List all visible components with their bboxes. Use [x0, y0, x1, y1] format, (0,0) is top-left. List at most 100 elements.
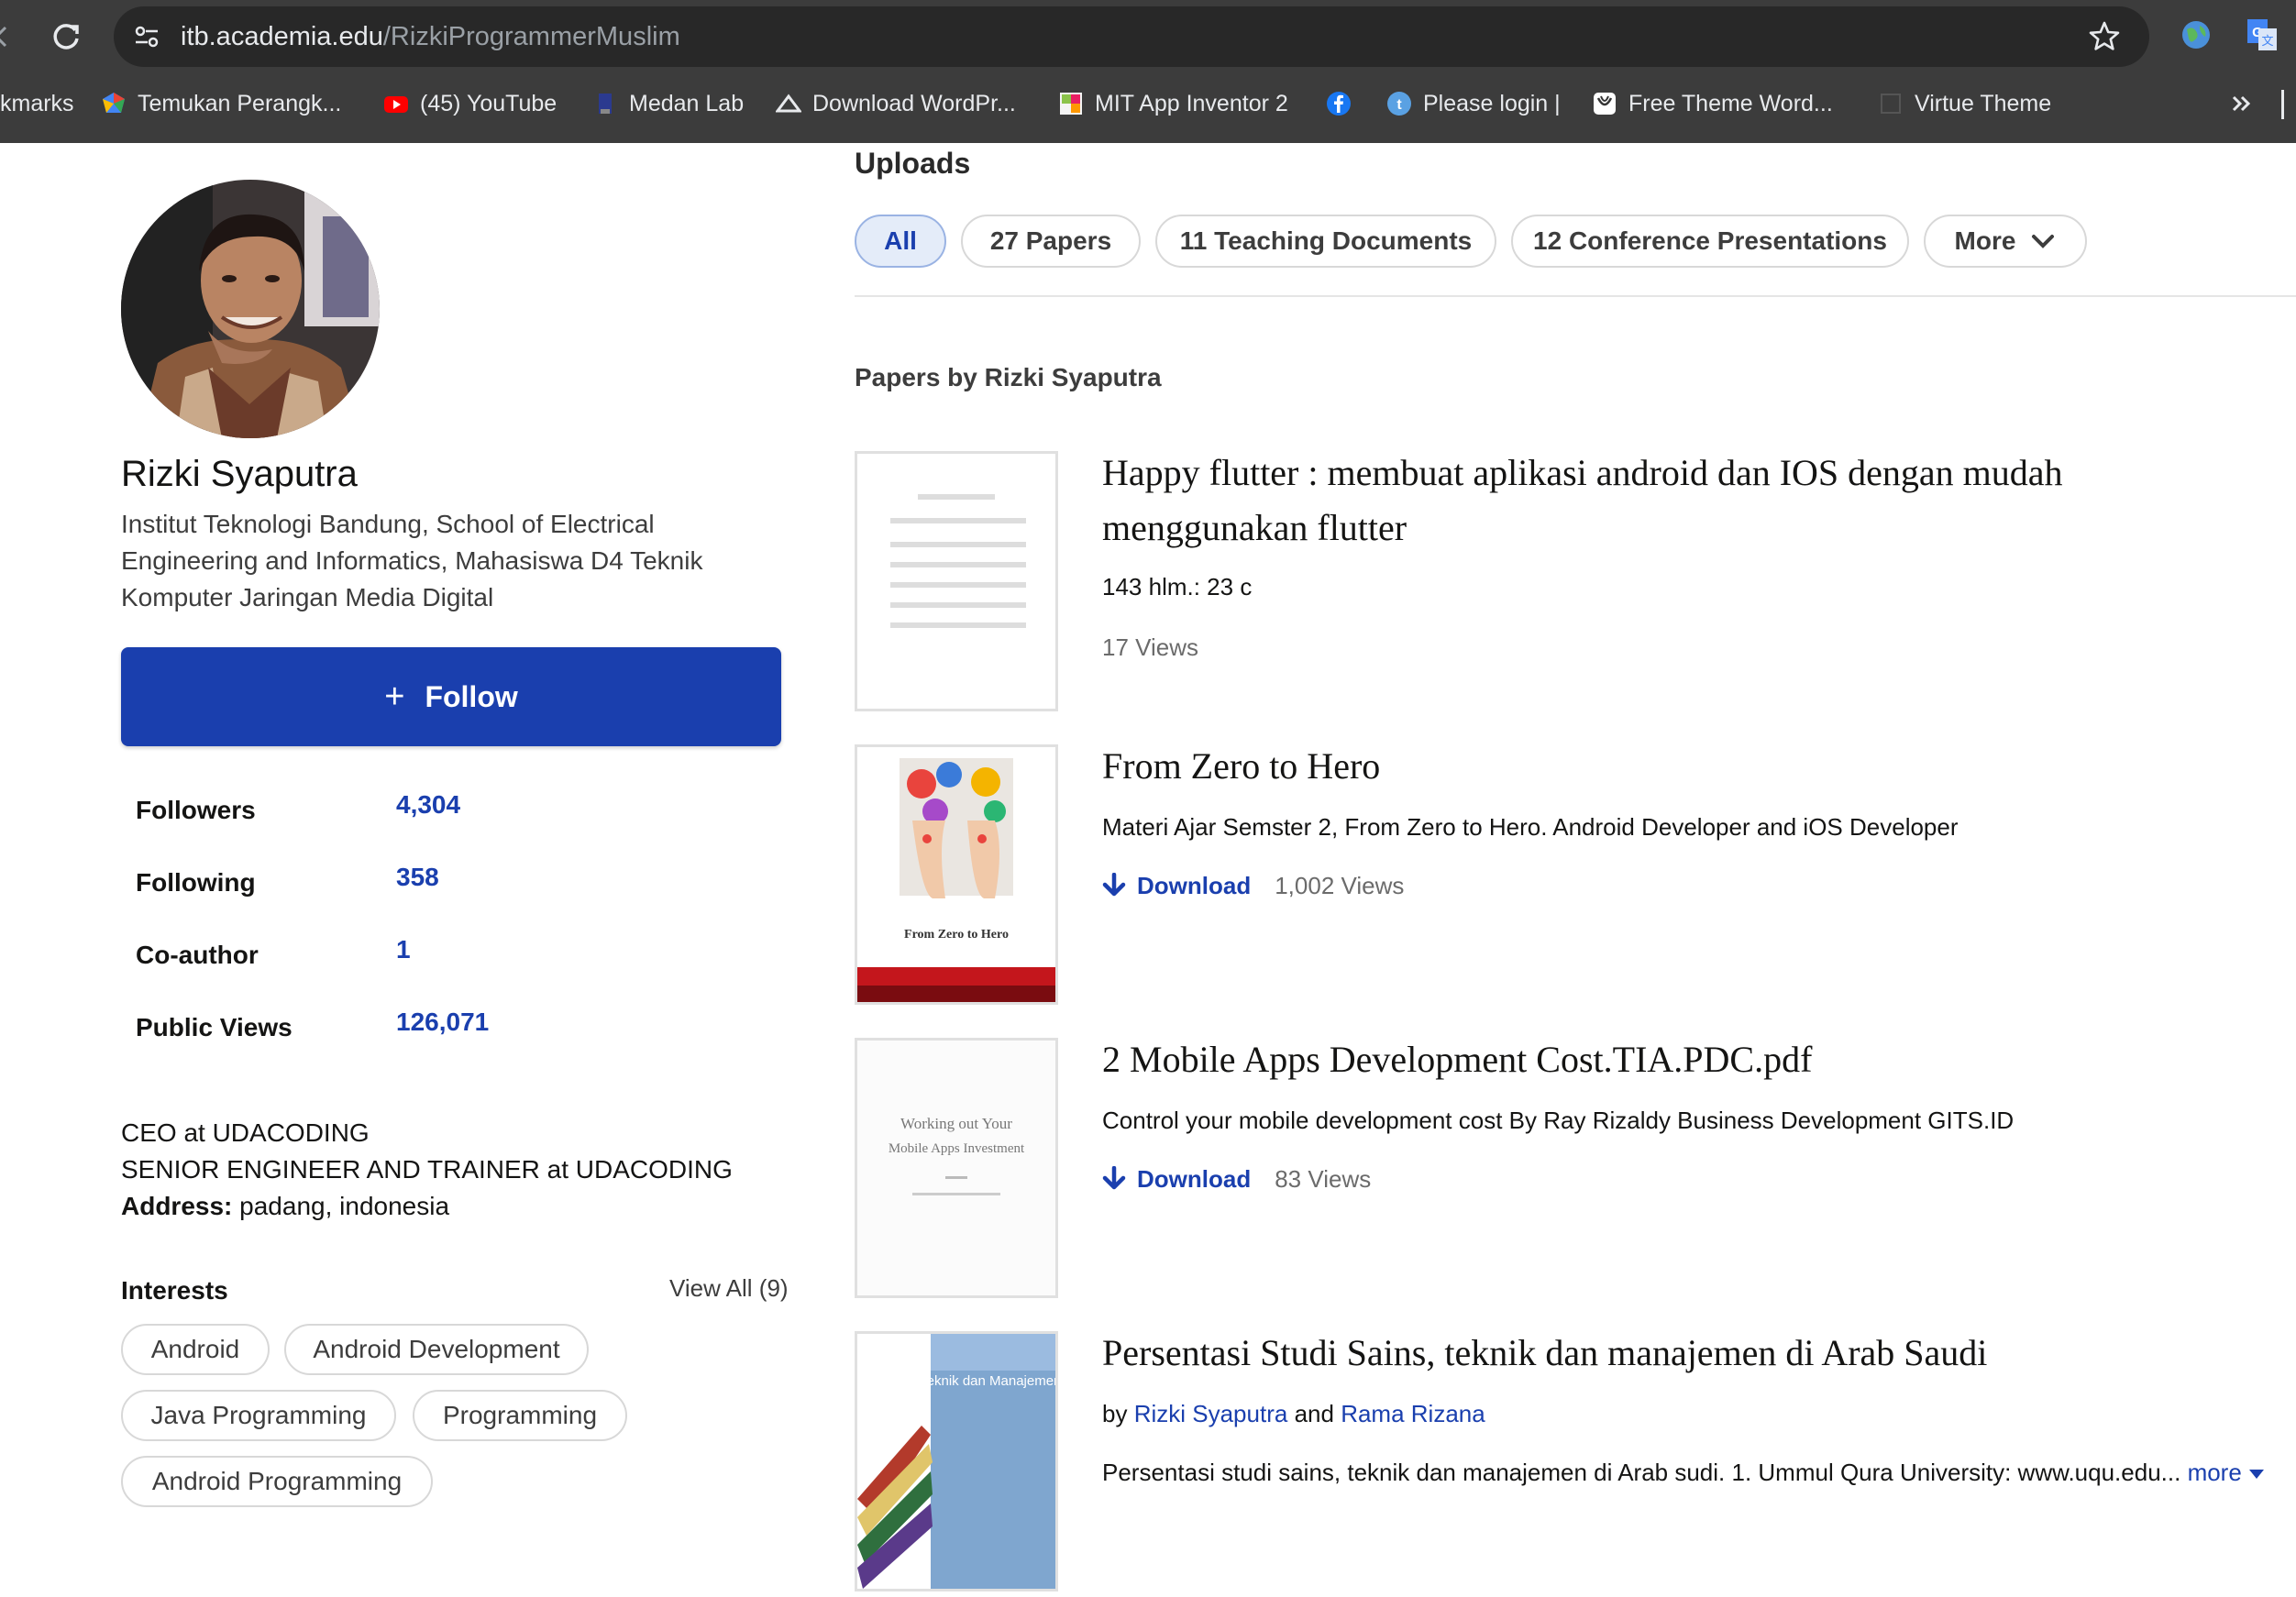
paper-item: Working out Your Mobile Apps Investment …: [855, 1038, 2296, 1304]
profile-affiliation[interactable]: Institut Teknologi Bandung, School of El…: [121, 506, 781, 616]
paper-meta: 17 Views: [1102, 631, 1198, 664]
stat-followers[interactable]: Followers 4,304: [136, 776, 778, 831]
paper-description-text: Persentasi studi sains, teknik dan manaj…: [1102, 1459, 2181, 1486]
bookmark-youtube[interactable]: (45) YouTube: [383, 73, 557, 134]
url-text[interactable]: itb.academia.edu/RizkiProgrammerMuslim: [181, 19, 680, 54]
interest-java-programming[interactable]: Java Programming: [121, 1390, 396, 1441]
view-all-interests-link[interactable]: View All (9): [669, 1274, 789, 1303]
toolbar: itb.academia.edu/RizkiProgrammerMuslim G…: [0, 0, 2296, 73]
bookmark-star-icon[interactable]: [2087, 19, 2122, 54]
stat-value[interactable]: 1: [396, 935, 411, 964]
paper-title[interactable]: From Zero to Hero: [1102, 739, 2230, 794]
bookmark-label: Medan Lab: [629, 90, 745, 116]
bookmark-label: kmarks: [0, 90, 74, 116]
app-inventor-icon: [1060, 93, 1082, 115]
bookmark-temukan[interactable]: Temukan Perangk...: [101, 73, 341, 134]
stat-label: Co-author: [136, 941, 259, 969]
paper-cover-image: Working out Your Mobile Apps Investment: [857, 1041, 1055, 1295]
bookmark-label: Free Theme Word...: [1628, 90, 1833, 116]
paper-views: 83 Views: [1275, 1165, 1372, 1193]
extension-globe-icon[interactable]: [2180, 18, 2213, 51]
wordpress-download-icon: [776, 94, 801, 113]
interest-programming[interactable]: Programming: [413, 1390, 627, 1441]
cover-line-2: Mobile Apps Investment: [889, 1141, 1025, 1156]
stat-following[interactable]: Following 358: [136, 848, 778, 903]
paper-cover-image: From Zero to Hero: [857, 747, 1055, 1002]
paper-cover-image: Studi Sains, Teknik dan Manajemen di Ara…: [857, 1334, 1055, 1589]
cover-line-1: Working out Your: [900, 1115, 1012, 1132]
download-link[interactable]: Download: [1102, 1162, 1251, 1195]
avatar[interactable]: [121, 180, 380, 438]
follow-label: Follow: [425, 679, 518, 713]
position-engineer: SENIOR ENGINEER AND TRAINER at UDACODING: [121, 1155, 733, 1184]
back-arrow-icon[interactable]: [0, 20, 17, 53]
more-link[interactable]: more: [2188, 1459, 2265, 1486]
bookmark-label: Virtue Theme: [1915, 90, 2052, 116]
paper-description: Materi Ajar Semster 2, From Zero to Hero…: [1102, 813, 1959, 841]
bookmark-free-theme[interactable]: Free Theme Word...: [1592, 73, 1833, 134]
tab-more[interactable]: More: [1924, 215, 2087, 268]
interests-heading: Interests: [121, 1276, 228, 1305]
paper-meta: Download 83 Views: [1102, 1162, 1371, 1195]
bookmark-label: (45) YouTube: [420, 90, 557, 116]
paper-thumbnail[interactable]: Studi Sains, Teknik dan Manajemen di Ara…: [855, 1331, 1058, 1591]
site-info-icon[interactable]: [130, 20, 163, 53]
stat-value[interactable]: 4,304: [396, 790, 460, 820]
bookmark-please-login[interactable]: t Please login |: [1386, 73, 1561, 134]
bookmarks-bar: kmarks Temukan Perangk... (45) YouTube M…: [0, 73, 2296, 134]
author-link[interactable]: Rama Rizana: [1341, 1400, 1485, 1427]
stat-coauthor[interactable]: Co-author 1: [136, 920, 778, 975]
bookmark-all[interactable]: kmarks: [0, 73, 74, 134]
paper-thumbnail[interactable]: From Zero to Hero: [855, 744, 1058, 1005]
profile-sidebar: Rizki Syaputra Institut Teknologi Bandun…: [0, 143, 825, 1516]
paper-views: 17 Views: [1102, 633, 1199, 661]
tab-all[interactable]: All: [855, 215, 946, 268]
browser-chrome: itb.academia.edu/RizkiProgrammerMuslim G…: [0, 0, 2296, 143]
paper-title[interactable]: Happy flutter : membuat aplikasi android…: [1102, 446, 2230, 556]
paper-title[interactable]: Persentasi Studi Sains, teknik dan manaj…: [1102, 1326, 2230, 1381]
tab-conference-presentations[interactable]: 12 Conference Presentations: [1511, 215, 1909, 268]
paper-description: 143 hlm.: 23 c: [1102, 573, 1253, 600]
url-path: /RizkiProgrammerMuslim: [382, 22, 680, 51]
virtue-icon: [1881, 94, 1901, 114]
paper-item: From Zero to Hero From Zero to Hero Mate…: [855, 744, 2296, 1010]
interest-android-development[interactable]: Android Development: [284, 1324, 589, 1375]
stat-value[interactable]: 358: [396, 863, 439, 892]
stat-label: Followers: [136, 796, 256, 824]
bookmark-app-inventor[interactable]: MIT App Inventor 2: [1058, 73, 1288, 134]
tab-teaching-documents[interactable]: 11 Teaching Documents: [1155, 215, 1496, 268]
tab-papers[interactable]: 27 Papers: [961, 215, 1141, 268]
stat-label: Public Views: [136, 1013, 293, 1041]
papers-section-heading: Papers by Rizki Syaputra: [855, 363, 1162, 391]
google-translate-icon[interactable]: G文: [2246, 17, 2279, 52]
interest-android[interactable]: Android: [121, 1324, 270, 1375]
interest-android-programming[interactable]: Android Programming: [121, 1456, 433, 1507]
bookmark-facebook[interactable]: [1326, 73, 1352, 134]
svg-text:t: t: [1396, 97, 1402, 113]
download-link[interactable]: Download: [1102, 869, 1251, 902]
svg-text:文: 文: [2261, 35, 2273, 49]
paper-views: 1,002 Views: [1275, 872, 1405, 899]
uploads-section: Uploads All 27 Papers 11 Teaching Docume…: [855, 143, 2296, 1591]
bookmark-label: MIT App Inventor 2: [1095, 90, 1288, 116]
medan-lab-icon: [599, 94, 612, 114]
address-bar[interactable]: itb.academia.edu/RizkiProgrammerMuslim: [114, 6, 2149, 67]
chevron-double-right-icon[interactable]: [2228, 90, 2256, 117]
address-label: Address:: [121, 1192, 233, 1220]
author-link[interactable]: Rizki Syaputra: [1134, 1400, 1288, 1427]
paper-thumbnail[interactable]: Working out Your Mobile Apps Investment: [855, 1038, 1058, 1298]
bookmark-wordpress[interactable]: Download WordPr...: [776, 73, 1016, 134]
profile-name: Rizki Syaputra: [121, 454, 358, 494]
chevron-down-icon: [2032, 235, 2055, 248]
paper-title[interactable]: 2 Mobile Apps Development Cost.TIA.PDC.p…: [1102, 1032, 2230, 1087]
by-prefix: by: [1102, 1400, 1128, 1427]
bookmark-label: Download WordPr...: [812, 90, 1016, 116]
bookmark-medan-lab[interactable]: Medan Lab: [592, 73, 744, 134]
reload-icon[interactable]: [48, 18, 84, 55]
cover-caption: From Zero to Hero: [904, 928, 1009, 942]
bookmark-virtue-theme[interactable]: Virtue Theme: [1878, 73, 2051, 134]
tumblr-icon: t: [1387, 92, 1411, 116]
follow-button[interactable]: + Follow: [121, 647, 781, 746]
paper-thumbnail[interactable]: [855, 451, 1058, 711]
stat-label: Following: [136, 868, 256, 897]
